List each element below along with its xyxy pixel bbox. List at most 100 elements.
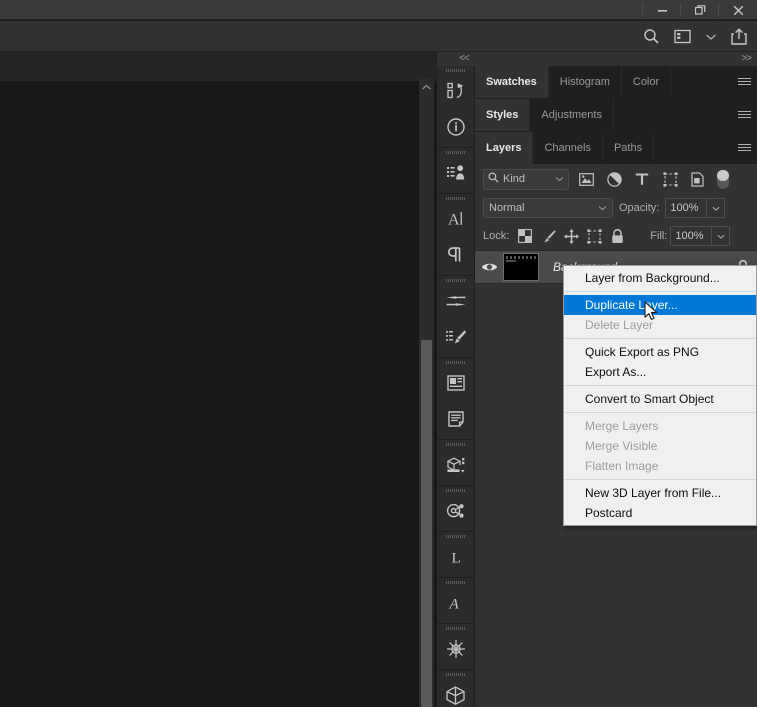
- menu-item-delete-layer: Delete Layer: [585, 318, 654, 332]
- tab-adjustments[interactable]: Adjustments: [530, 99, 614, 131]
- dock-grip[interactable]: [437, 66, 474, 73]
- restore-icon[interactable]: [681, 0, 719, 20]
- document-tab-strip: [0, 52, 437, 82]
- opacity-input[interactable]: 100%: [665, 198, 708, 218]
- tab-layers[interactable]: Layers: [475, 132, 534, 164]
- paragraph-styles-icon[interactable]: [437, 401, 474, 437]
- lock-position-icon[interactable]: [561, 226, 581, 246]
- paragraph-icon[interactable]: [437, 237, 474, 273]
- layer-thumbnail[interactable]: [503, 253, 539, 281]
- dock-grip[interactable]: [437, 578, 474, 585]
- lock-all-icon[interactable]: [607, 226, 627, 246]
- timeline-icon[interactable]: [437, 631, 474, 667]
- panel-menu-icon[interactable]: [731, 132, 757, 164]
- panel-menu-icon[interactable]: [731, 99, 757, 131]
- 3d-icon[interactable]: [437, 677, 474, 707]
- panel-menu-icon[interactable]: [731, 66, 757, 98]
- dock-grip[interactable]: [437, 148, 474, 155]
- options-bar: [0, 21, 757, 52]
- canvas-area[interactable]: [0, 82, 437, 707]
- clone-source-icon[interactable]: [437, 155, 474, 191]
- share-icon[interactable]: [731, 28, 747, 45]
- minimize-icon[interactable]: [643, 0, 681, 20]
- collapse-panels-left-button[interactable]: <<: [459, 53, 470, 64]
- filter-type-icon[interactable]: [631, 169, 653, 190]
- expand-panels-right-button[interactable]: >>: [741, 53, 752, 64]
- scrollbar-thumb[interactable]: [421, 340, 432, 707]
- blend-opacity-row: Normal Opacity: 100%: [475, 194, 757, 222]
- tab-channels[interactable]: Channels: [533, 132, 603, 164]
- chevron-down-icon[interactable]: [705, 33, 717, 41]
- lasso-l-icon[interactable]: L: [437, 539, 474, 575]
- navigator-icon[interactable]: [437, 493, 474, 529]
- dock-group: [437, 624, 474, 670]
- menu-item-duplicate-layer[interactable]: Duplicate Layer...: [564, 295, 756, 315]
- tab-styles[interactable]: Styles: [475, 99, 531, 131]
- canvas-vertical-scrollbar[interactable]: [419, 78, 434, 707]
- svg-text:L: L: [451, 551, 460, 567]
- character-styles-icon[interactable]: [437, 365, 474, 401]
- dock-grip[interactable]: [437, 276, 474, 283]
- opacity-stepper-chevron-down-icon[interactable]: [707, 198, 726, 218]
- filter-toggle-switch[interactable]: [717, 169, 729, 189]
- filter-smartobject-icon[interactable]: [687, 169, 709, 190]
- search-icon[interactable]: [643, 28, 660, 45]
- dock-group: [437, 486, 474, 532]
- tab-paths[interactable]: Paths: [602, 132, 655, 164]
- fill-input[interactable]: 100%: [670, 226, 713, 246]
- menu-item-new-3d-layer-from-file[interactable]: New 3D Layer from File...: [564, 483, 756, 503]
- fill-stepper-chevron-down-icon[interactable]: [712, 226, 731, 246]
- layer-context-menu[interactable]: Layer from Background... Duplicate Layer…: [563, 265, 757, 526]
- lock-artboard-icon[interactable]: [584, 226, 604, 246]
- tool-presets-icon[interactable]: [437, 283, 474, 319]
- lock-row: Lock: Fill: 100%: [475, 222, 757, 250]
- dock-grip[interactable]: [437, 670, 474, 677]
- info-icon[interactable]: [437, 109, 474, 145]
- dock-grip[interactable]: [437, 532, 474, 539]
- dock-grip[interactable]: [437, 440, 474, 447]
- chevron-up-icon[interactable]: [419, 78, 434, 96]
- dock-group: A: [437, 194, 474, 276]
- brush-presets-icon[interactable]: [437, 319, 474, 355]
- libraries-icon[interactable]: [437, 73, 474, 109]
- svg-text:A: A: [448, 596, 459, 612]
- dock-grip[interactable]: [437, 194, 474, 201]
- filter-pixel-icon[interactable]: [575, 169, 597, 190]
- menu-item-layer-from-background[interactable]: Layer from Background...: [564, 268, 756, 288]
- filter-shape-icon[interactable]: [659, 169, 681, 190]
- search-icon: [488, 172, 499, 186]
- styles-panel-group: Styles Adjustments: [475, 99, 757, 132]
- eye-icon[interactable]: [475, 261, 503, 273]
- tab-row-filler: [671, 66, 731, 98]
- tab-swatches[interactable]: Swatches: [475, 66, 549, 98]
- dock-grip[interactable]: [437, 624, 474, 631]
- menu-item-export-as[interactable]: Export As...: [564, 362, 756, 382]
- character-icon[interactable]: A: [437, 201, 474, 237]
- menu-item-convert-to-smart-object[interactable]: Convert to Smart Object: [564, 389, 756, 409]
- lock-transparent-pixels-icon[interactable]: [515, 226, 535, 246]
- chevron-down-icon: [598, 202, 607, 214]
- blend-mode-select[interactable]: Normal: [483, 198, 613, 218]
- menu-separator: [565, 338, 755, 339]
- dock-grip[interactable]: [437, 358, 474, 365]
- workspace-icon[interactable]: [674, 29, 691, 44]
- close-icon[interactable]: [719, 0, 757, 20]
- layer-filter-kind-select[interactable]: Kind: [483, 168, 569, 190]
- tab-color[interactable]: Color: [621, 66, 672, 98]
- menu-separator: [565, 291, 755, 292]
- menu-item-quick-export-as-png[interactable]: Quick Export as PNG: [564, 342, 756, 362]
- tab-histogram[interactable]: Histogram: [548, 66, 622, 98]
- panel-tab-row: Layers Channels Paths: [475, 132, 757, 164]
- filter-adjustment-icon[interactable]: [603, 169, 625, 190]
- menu-item-postcard[interactable]: Postcard: [564, 503, 756, 523]
- glyphs-icon[interactable]: A: [437, 585, 474, 621]
- swatches-panel-group: Swatches Histogram Color: [475, 66, 757, 99]
- menu-separator: [565, 479, 755, 480]
- layers-panel-group: Layers Channels Paths Kind Normal Opacit…: [475, 132, 757, 284]
- layer-filter-kind-value: Kind: [503, 173, 526, 185]
- dock-grip[interactable]: [437, 486, 474, 493]
- tab-row-filler: [654, 132, 731, 164]
- measurement-log-icon[interactable]: [437, 447, 474, 483]
- lock-image-pixels-icon[interactable]: [538, 226, 558, 246]
- menu-item-flatten-image: Flatten Image: [585, 459, 659, 473]
